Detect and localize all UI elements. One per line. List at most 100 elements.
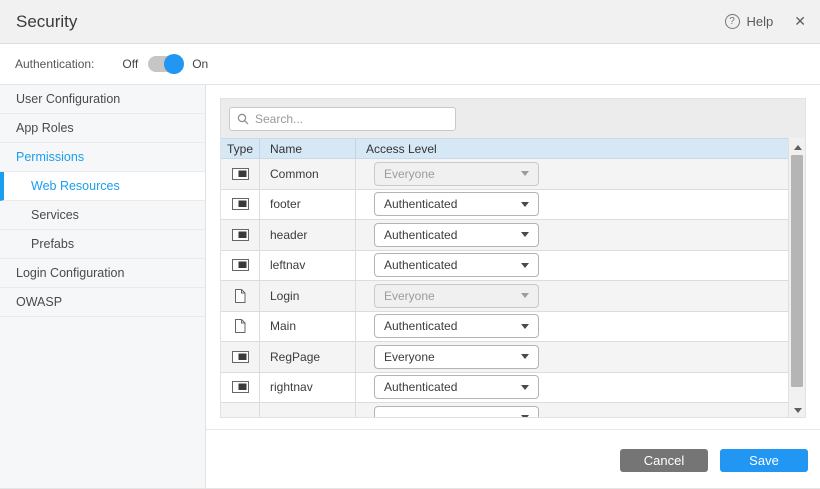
help-link[interactable]: Help xyxy=(747,14,774,29)
name-cell xyxy=(259,403,355,418)
sidebar-item-prefabs[interactable]: Prefabs xyxy=(0,230,205,259)
table-row: footer Authenticated xyxy=(220,190,790,221)
partial-icon xyxy=(232,351,249,363)
access-level-dropdown[interactable] xyxy=(374,406,539,418)
header-actions: ? Help ✕ xyxy=(725,13,806,30)
sidebar-item-app-roles[interactable]: App Roles xyxy=(0,114,205,143)
access-level-cell xyxy=(355,403,790,418)
sidebar-item-label: Permissions xyxy=(16,150,84,164)
access-level-cell: Authenticated xyxy=(355,190,790,220)
name-cell: leftnav xyxy=(259,251,355,281)
partial-icon xyxy=(232,229,249,241)
toggle-knob xyxy=(164,54,184,74)
sidebar-item-label: App Roles xyxy=(16,121,74,135)
sidebar-item-label: Services xyxy=(31,208,79,222)
scroll-up-icon[interactable] xyxy=(789,140,806,154)
table-row-clipped xyxy=(220,403,790,418)
partial-icon xyxy=(232,198,249,210)
access-level-cell: Everyone xyxy=(355,159,790,189)
scroll-down-icon[interactable] xyxy=(789,403,806,417)
resource-name: Common xyxy=(270,167,319,181)
type-cell xyxy=(220,220,259,250)
table-header-row: TypeNameAccess Level xyxy=(220,138,790,159)
chevron-down-icon xyxy=(521,263,529,268)
security-dialog: Security ? Help ✕ Authentication: Off On… xyxy=(0,0,820,489)
authentication-toggle[interactable] xyxy=(148,56,182,72)
access-level-dropdown: Everyone xyxy=(374,284,539,308)
table-row: Main Authenticated xyxy=(220,312,790,343)
settings-sidebar: User Configuration App Roles Permissions We… xyxy=(0,85,206,489)
column-header-name: Name xyxy=(259,139,355,158)
access-level-value: Authenticated xyxy=(384,228,457,242)
partial-icon xyxy=(232,381,249,393)
resource-name: Main xyxy=(270,319,296,333)
main-content: TypeNameAccess Level Common Everyone footer… xyxy=(206,85,820,489)
table-row: leftnav Authenticated xyxy=(220,251,790,282)
partial-icon xyxy=(232,168,249,180)
access-level-cell: Authenticated xyxy=(355,312,790,342)
access-level-cell: Everyone xyxy=(355,342,790,372)
chevron-down-icon xyxy=(521,202,529,207)
sidebar-item-label: Prefabs xyxy=(31,237,74,251)
access-level-value: Authenticated xyxy=(384,380,457,394)
access-level-dropdown[interactable]: Authenticated xyxy=(374,253,539,277)
access-level-value: Authenticated xyxy=(384,258,457,272)
dialog-header: Security ? Help ✕ xyxy=(0,0,820,44)
sidebar-item-web-resources[interactable]: Web Resources xyxy=(0,172,205,201)
access-level-cell: Everyone xyxy=(355,281,790,311)
chevron-down-icon xyxy=(521,415,529,418)
access-level-cell: Authenticated xyxy=(355,220,790,250)
sidebar-item-owasp[interactable]: OWASP xyxy=(0,288,205,317)
toggle-on-label: On xyxy=(192,57,208,71)
chevron-down-icon xyxy=(521,324,529,329)
access-level-dropdown[interactable]: Authenticated xyxy=(374,314,539,338)
footer-divider xyxy=(206,429,820,430)
access-level-value: Everyone xyxy=(384,350,435,364)
search-input[interactable] xyxy=(255,112,448,126)
help-icon[interactable]: ? xyxy=(725,14,740,29)
close-icon[interactable]: ✕ xyxy=(794,13,806,30)
access-level-value: Authenticated xyxy=(384,319,457,333)
type-cell xyxy=(220,190,259,220)
resource-name: footer xyxy=(270,197,301,211)
access-level-value: Everyone xyxy=(384,289,435,303)
type-cell xyxy=(220,159,259,189)
type-cell xyxy=(220,281,259,311)
resource-name: header xyxy=(270,228,307,242)
access-level-dropdown[interactable]: Authenticated xyxy=(374,223,539,247)
sidebar-item-label: Login Configuration xyxy=(16,266,124,280)
sidebar-item-user-configuration[interactable]: User Configuration xyxy=(0,85,205,114)
column-header-type: Type xyxy=(220,139,259,158)
sidebar-item-login-configuration[interactable]: Login Configuration xyxy=(0,259,205,288)
type-cell xyxy=(220,403,259,418)
access-level-dropdown: Everyone xyxy=(374,162,539,186)
access-level-dropdown[interactable]: Authenticated xyxy=(374,192,539,216)
cancel-button[interactable]: Cancel xyxy=(620,449,708,472)
search-icon xyxy=(237,113,249,125)
page-icon xyxy=(234,319,246,333)
name-cell: rightnav xyxy=(259,373,355,403)
save-button[interactable]: Save xyxy=(720,449,808,472)
access-level-dropdown[interactable]: Everyone xyxy=(374,345,539,369)
name-cell: Main xyxy=(259,312,355,342)
type-cell xyxy=(220,373,259,403)
column-header-access-level: Access Level xyxy=(355,139,789,158)
access-level-value: Authenticated xyxy=(384,197,457,211)
access-level-dropdown[interactable]: Authenticated xyxy=(374,375,539,399)
table-row: rightnav Authenticated xyxy=(220,373,790,404)
type-cell xyxy=(220,251,259,281)
authentication-label: Authentication: xyxy=(15,57,94,71)
sidebar-item-services[interactable]: Services xyxy=(0,201,205,230)
resources-table: TypeNameAccess Level Common Everyone footer… xyxy=(220,138,790,418)
chevron-down-icon xyxy=(521,293,529,298)
sidebar-item-label: Web Resources xyxy=(31,179,120,193)
chevron-down-icon xyxy=(521,171,529,176)
sidebar-item-permissions[interactable]: Permissions xyxy=(0,143,205,172)
name-cell: footer xyxy=(259,190,355,220)
page-title: Security xyxy=(16,12,77,32)
chevron-down-icon xyxy=(521,385,529,390)
scrollbar-thumb[interactable] xyxy=(791,155,803,387)
name-cell: Common xyxy=(259,159,355,189)
search-box xyxy=(229,107,456,131)
sidebar-item-label: User Configuration xyxy=(16,92,120,106)
